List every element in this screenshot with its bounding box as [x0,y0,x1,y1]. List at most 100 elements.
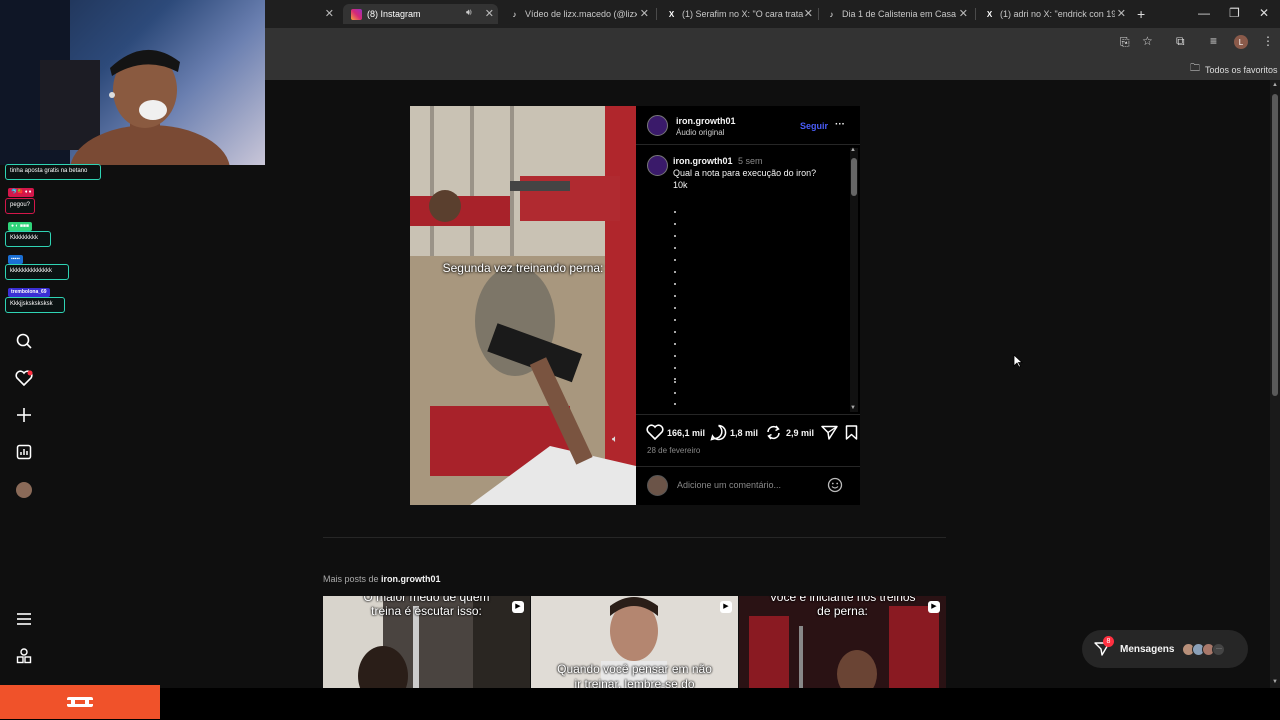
caption-dot [674,283,676,285]
scroll-up-icon[interactable]: ▲ [1272,82,1278,88]
speaker-icon[interactable]: 🔊︎ [466,7,472,18]
tab-separator [975,8,976,20]
tab-tiktok-1[interactable]: ♪ Vídeo de lizx.macedo (@lizx.m ✕ [503,4,653,24]
scroll-down-icon[interactable]: ▼ [1272,679,1278,685]
audio-label[interactable]: Áudio original [676,128,724,137]
tab-x-2[interactable]: X (1) adri no X: "endrick con 19 a ✕ [980,4,1130,24]
video-frame-illustration [410,106,636,505]
extensions-icon[interactable]: ⧉ [1176,34,1185,49]
close-window-icon[interactable]: ✕ [1259,6,1269,20]
repost-count[interactable]: 2,9 mil [786,428,814,438]
caption-dot [674,259,676,261]
close-icon[interactable]: ✕ [485,7,494,20]
menu-hamburger-icon[interactable] [14,609,34,629]
tab-title: Dia 1 de Calistenia em Casa pa [842,9,957,19]
new-tab-icon[interactable]: + [1137,6,1145,22]
messenger-icon: 8 [1094,636,1114,657]
heart-notifications-icon[interactable] [14,368,34,388]
message-avatars: ··· [1182,642,1226,656]
more-avatars-icon: ··· [1212,642,1226,656]
emoji-icon[interactable] [827,477,843,498]
save-bookmark-icon[interactable] [845,425,858,445]
chat-badge: 🐬🍓 ♦ ♦ [8,188,35,197]
comment-text-line1: Qual a nota para execução do iron? [673,168,817,178]
more-posts-heading: Mais posts de iron.growth01 [323,574,441,584]
add-comment-input[interactable]: Adicione um comentário... [677,480,781,490]
bookmark-star-icon[interactable]: ☆ [1142,34,1153,48]
x-icon: X [986,9,993,19]
install-app-icon[interactable]: ⎘ [1120,35,1130,50]
media-control-icon[interactable]: ≡ [1210,34,1217,48]
restore-icon[interactable]: ❐ [1229,6,1240,20]
profile-avatar[interactable]: L [1234,35,1248,49]
more-post-thumb[interactable]: Quando você pensar em não ir treinar, le… [531,596,738,688]
search-icon[interactable] [14,331,34,351]
messages-label: Mensagens [1120,643,1175,655]
caption-dot [674,271,676,273]
section-divider [323,537,946,538]
author-avatar[interactable] [647,115,668,136]
close-icon[interactable]: ✕ [640,7,649,20]
caption-dot [674,355,676,357]
tab-title: (1) Serafim no X: "O cara trata [682,9,804,19]
x-icon: X [668,9,675,19]
tab-separator [656,8,657,20]
comment-icon[interactable] [710,424,727,446]
divider [636,144,860,145]
repost-icon[interactable] [765,424,782,446]
comment-count[interactable]: 1,8 mil [730,428,758,438]
scrollbar-thumb[interactable] [1272,94,1278,396]
webcam-overlay [0,0,265,165]
mouse-cursor [1013,354,1024,373]
messages-button[interactable]: 8 Mensagens ··· [1082,630,1248,668]
more-post-thumb[interactable]: Você é iniciante nos treinos de perna: ▶ [739,596,946,688]
chat-message: pegou? [5,198,35,214]
more-posts-username[interactable]: iron.growth01 [381,574,441,584]
caption-dot [674,319,676,321]
video-caption: Segunda vez treinando perna: [442,261,604,275]
more-post-thumb[interactable]: O maior medo de quem treina é escutar is… [323,596,530,688]
tab-x-1[interactable]: X (1) Serafim no X: "O cara trata ✕ [662,4,817,24]
tab-title: (1) adri no X: "endrick con 19 a [1000,9,1115,19]
tab-title: (8) Instagram [367,9,421,19]
create-plus-icon[interactable] [14,405,34,425]
like-icon[interactable] [646,424,664,445]
like-count[interactable]: 166,1 mil [667,428,705,438]
caption-dot [674,392,676,394]
tab-tiktok-2[interactable]: ♪ Dia 1 de Calistenia em Casa pa ✕ [822,4,972,24]
threads-apps-icon[interactable] [14,646,34,666]
close-icon[interactable]: ✕ [325,7,334,20]
profile-initial: L [1238,37,1244,47]
tab-prev-close[interactable]: ✕ [320,4,340,24]
follow-button[interactable]: Seguir [800,121,828,131]
caption-dot [674,295,676,297]
comments-scroll-down-icon[interactable]: ▼ [850,405,856,411]
dashboard-icon[interactable] [14,442,34,462]
thumb-caption: Você é iniciante nos treinos de perna: [769,596,916,618]
comment-username[interactable]: iron.growth01 [673,156,733,166]
caption-dot [674,211,676,213]
close-icon[interactable]: ✕ [959,7,968,20]
share-icon[interactable] [821,425,838,445]
comments-scroll-thumb[interactable] [851,158,857,196]
comment-time: 5 sem [738,156,763,166]
post-username[interactable]: iron.growth01 [676,116,736,126]
profile-avatar-icon[interactable] [14,480,34,500]
comment-header: iron.growth01 5 sem [673,156,763,166]
comment-avatar[interactable] [647,155,668,176]
viewer-avatar [647,475,668,496]
more-options-icon[interactable]: ··· [835,119,845,130]
post-video[interactable]: Segunda vez treinando perna: 🔈︎ [410,106,636,505]
tab-instagram[interactable]: (8) Instagram 🔊︎ ✕ [343,4,498,24]
stream-overlay-logo [0,685,160,719]
caption-dot [674,247,676,249]
minimize-icon[interactable]: — [1198,6,1210,20]
comments-scroll-up-icon[interactable]: ▲ [850,147,856,153]
tab-separator [818,8,819,20]
close-icon[interactable]: ✕ [804,7,813,20]
bookmarks-label: Todos os favoritos [1205,64,1278,75]
close-icon[interactable]: ✕ [1117,7,1126,20]
all-bookmarks-button[interactable]: 🗀︎ Todos os favoritos [1190,61,1278,78]
menu-dots-icon[interactable]: ⋮ [1262,34,1274,48]
mute-icon[interactable]: 🔈︎ [612,434,618,445]
